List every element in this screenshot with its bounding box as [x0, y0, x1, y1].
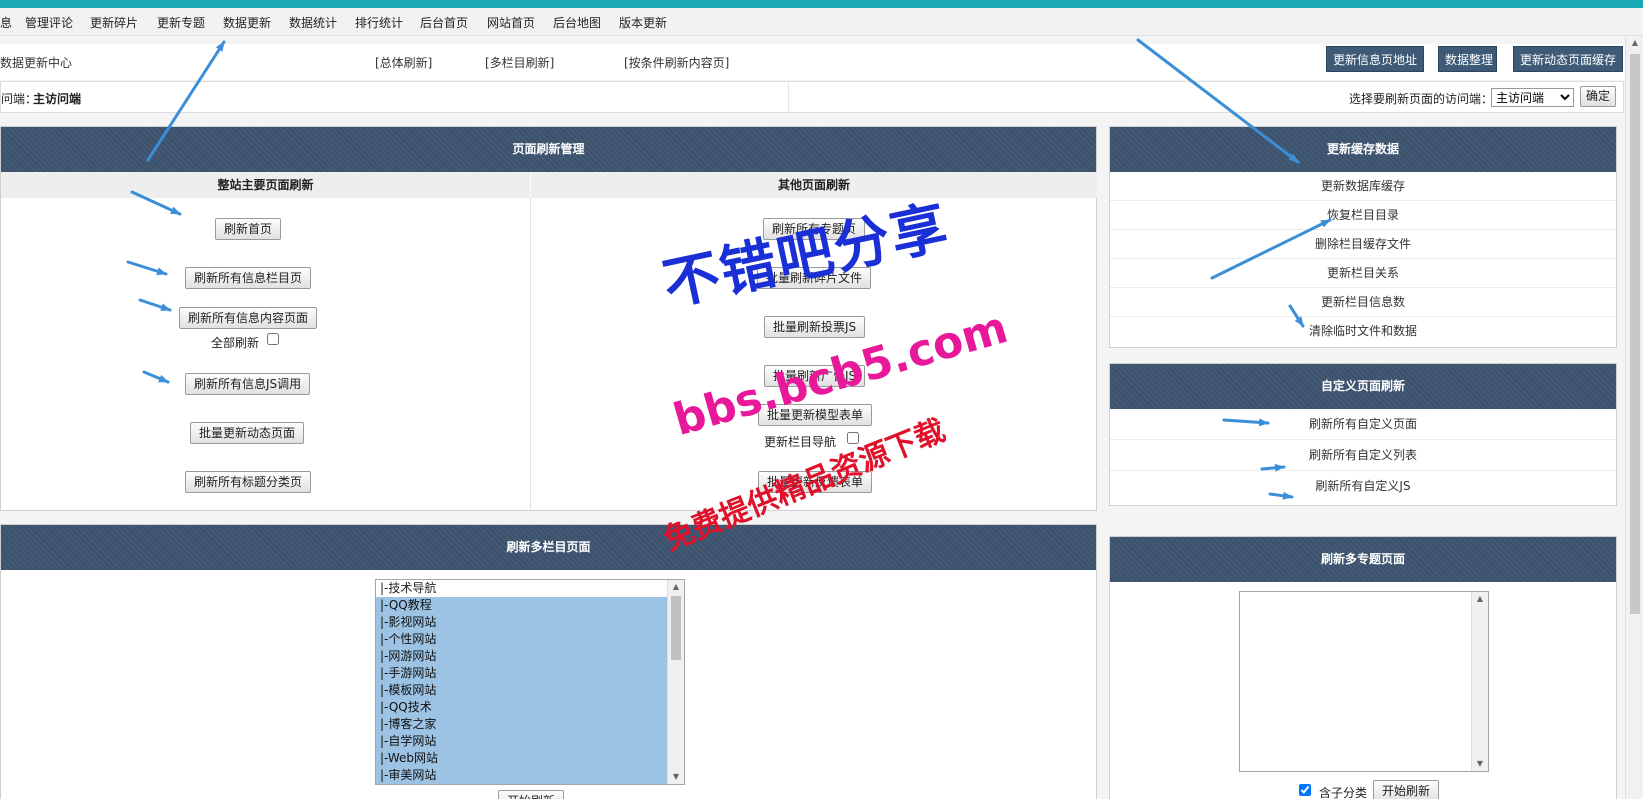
menu-item-topics[interactable]: 更新专题	[157, 14, 205, 31]
menu-item-ranking[interactable]: 排行统计	[355, 14, 403, 31]
include-subcategory-label: 含子分类	[1319, 786, 1368, 799]
other-pages-heading: 其他页面刷新	[531, 172, 1097, 198]
link-conditional-refresh[interactable]: [按条件刷新内容页]	[624, 54, 729, 71]
update-dynamic-cache-button[interactable]: 更新动态页面缓存	[1513, 46, 1623, 72]
confirm-button[interactable]: 确定	[1580, 86, 1617, 107]
page-scrollbar[interactable]: ▲	[1625, 36, 1643, 799]
update-nav-checkbox[interactable]	[847, 432, 859, 444]
full-refresh-label: 全部刷新	[211, 336, 260, 350]
link-total-refresh[interactable]: [总体刷新]	[375, 54, 432, 71]
refresh-js-calls-button[interactable]: 刷新所有信息JS调用	[185, 373, 311, 395]
topic-listbox-scrollbar[interactable]: ▲ ▼	[1471, 592, 1488, 771]
column-option[interactable]: |-QQ技术	[376, 699, 684, 716]
link-multi-column-refresh[interactable]: [多栏目刷新]	[485, 54, 554, 71]
cache-item-clear-temp[interactable]: 清除临时文件和数据	[1110, 317, 1616, 346]
client-select[interactable]: 主访问端	[1491, 88, 1574, 107]
column-option[interactable]: |-模板网站	[376, 682, 684, 699]
page-refresh-panel: 页面刷新管理 整站主要页面刷新 其他页面刷新 刷新首页 刷新所有信息栏目页 刷新…	[0, 126, 1097, 511]
column-option[interactable]: |-审美网站	[376, 767, 684, 784]
client-label: 问端：	[1, 92, 38, 106]
cache-item-relations[interactable]: 更新栏目关系	[1110, 259, 1616, 288]
data-organize-button[interactable]: 数据整理	[1438, 46, 1497, 72]
menu-item-version[interactable]: 版本更新	[619, 14, 667, 31]
listbox-scrollbar[interactable]: ▲ ▼	[667, 580, 684, 784]
include-subcategory-checkbox[interactable]	[1299, 784, 1311, 796]
top-accent-bar	[0, 0, 1643, 8]
cache-panel: 更新缓存数据 更新数据库缓存 恢复栏目目录 删除栏目缓存文件 更新栏目关系 更新…	[1109, 126, 1617, 348]
refresh-fragments-button[interactable]: 批量刷新碎片文件	[757, 267, 872, 289]
column-option[interactable]: |-Web网站	[376, 750, 684, 767]
column-divider	[530, 198, 531, 510]
cache-item-restore-dirs[interactable]: 恢复栏目目录	[1110, 201, 1616, 230]
column-option[interactable]: |-技术导航	[376, 580, 684, 597]
menu-item-admin-map[interactable]: 后台地图	[553, 14, 601, 31]
multi-topic-title: 刷新多专题页面	[1110, 537, 1616, 582]
menu-item-fragments[interactable]: 更新碎片	[90, 14, 138, 31]
menu-item-site-home[interactable]: 网站首页	[487, 14, 535, 31]
scroll-up-icon[interactable]: ▲	[1472, 592, 1488, 606]
main-menu: 息 管理评论 更新碎片 更新专题 数据更新 数据统计 排行统计 后台首页 网站首…	[0, 8, 1643, 36]
update-dynamic-pages-button[interactable]: 批量更新动态页面	[190, 422, 305, 444]
select-client-label: 选择要刷新页面的访问端：	[1349, 92, 1494, 106]
page-scroll-thumb[interactable]	[1630, 54, 1640, 614]
update-model-forms-button[interactable]: 批量更新模型表单	[758, 404, 873, 426]
column-option[interactable]: |-QQ教程	[376, 597, 684, 614]
refresh-all-topics-button[interactable]: 刷新所有专题页	[763, 218, 866, 240]
full-refresh-checkbox[interactable]	[267, 333, 279, 345]
menu-item-comments[interactable]: 管理评论	[25, 14, 73, 31]
refresh-home-button[interactable]: 刷新首页	[215, 218, 282, 240]
multi-column-title: 刷新多栏目页面	[1, 525, 1096, 570]
column-option[interactable]: |-个性网站	[376, 631, 684, 648]
menu-item-admin-home[interactable]: 后台首页	[420, 14, 468, 31]
page-refresh-title: 页面刷新管理	[1, 127, 1096, 172]
update-nav-label: 更新栏目导航	[764, 435, 837, 449]
column-option[interactable]: |-网游网站	[376, 648, 684, 665]
column-option[interactable]: |-博客之家	[376, 716, 684, 733]
custom-pages-panel: 自定义页面刷新 刷新所有自定义页面 刷新所有自定义列表 刷新所有自定义JS	[1109, 363, 1617, 506]
menu-item-info[interactable]: 息	[0, 14, 12, 31]
scroll-down-icon[interactable]: ▼	[668, 770, 684, 784]
cache-title: 更新缓存数据	[1110, 127, 1616, 172]
client-value: 主访问端	[33, 92, 82, 106]
page-title: 数据更新中心	[0, 56, 73, 70]
menu-item-data-update[interactable]: 数据更新	[223, 14, 271, 31]
cache-item-delete-cache[interactable]: 删除栏目缓存文件	[1110, 230, 1616, 259]
multi-topic-panel: 刷新多专题页面 ▲ ▼ 含子分类 开始刷新	[1109, 536, 1617, 799]
data-center-bar: 数据更新中心 [总体刷新] [多栏目刷新] [按条件刷新内容页] 更新信息页地址…	[0, 44, 1643, 80]
multi-column-panel: 刷新多栏目页面 |-技术导航 |-QQ教程 |-影视网站 |-个性网站 |-网游…	[0, 524, 1097, 799]
cache-item-info-count[interactable]: 更新栏目信息数	[1110, 288, 1616, 317]
column-option[interactable]: |-自学网站	[376, 733, 684, 750]
column-option[interactable]: |-手游网站	[376, 665, 684, 682]
main-pages-heading: 整站主要页面刷新	[1, 172, 530, 198]
scroll-thumb[interactable]	[671, 596, 681, 660]
update-feedback-forms-button[interactable]: 批量更新反馈表单	[758, 471, 873, 493]
page-scroll-up-icon[interactable]: ▲	[1626, 38, 1643, 47]
column-listbox[interactable]: |-技术导航 |-QQ教程 |-影视网站 |-个性网站 |-网游网站 |-手游网…	[375, 579, 685, 785]
custom-pages-title: 自定义页面刷新	[1110, 364, 1616, 409]
refresh-all-columns-button[interactable]: 刷新所有信息栏目页	[185, 267, 312, 289]
start-refresh-topics-button[interactable]: 开始刷新	[1373, 780, 1440, 799]
bar-divider	[788, 82, 789, 112]
topic-listbox[interactable]: ▲ ▼	[1239, 591, 1489, 772]
custom-item-lists[interactable]: 刷新所有自定义列表	[1110, 440, 1616, 471]
scroll-up-icon[interactable]: ▲	[668, 580, 684, 594]
refresh-all-content-button[interactable]: 刷新所有信息内容页面	[179, 307, 318, 329]
cache-item-db[interactable]: 更新数据库缓存	[1110, 172, 1616, 201]
custom-item-js[interactable]: 刷新所有自定义JS	[1110, 471, 1616, 502]
menu-item-stats[interactable]: 数据统计	[289, 14, 337, 31]
refresh-vote-js-button[interactable]: 批量刷新投票JS	[764, 316, 866, 338]
refresh-ad-js-button[interactable]: 批量刷新广告JS	[764, 365, 866, 387]
refresh-title-class-button[interactable]: 刷新所有标题分类页	[185, 471, 312, 493]
custom-item-pages[interactable]: 刷新所有自定义页面	[1110, 409, 1616, 440]
update-info-url-button[interactable]: 更新信息页地址	[1326, 46, 1424, 72]
client-select-bar: 问端： 主访问端 选择要刷新页面的访问端： 主访问端 确定	[0, 81, 1624, 113]
scroll-down-icon[interactable]: ▼	[1472, 757, 1488, 771]
start-refresh-columns-button[interactable]: 开始刷新	[498, 790, 565, 799]
column-option[interactable]: |-影视网站	[376, 614, 684, 631]
